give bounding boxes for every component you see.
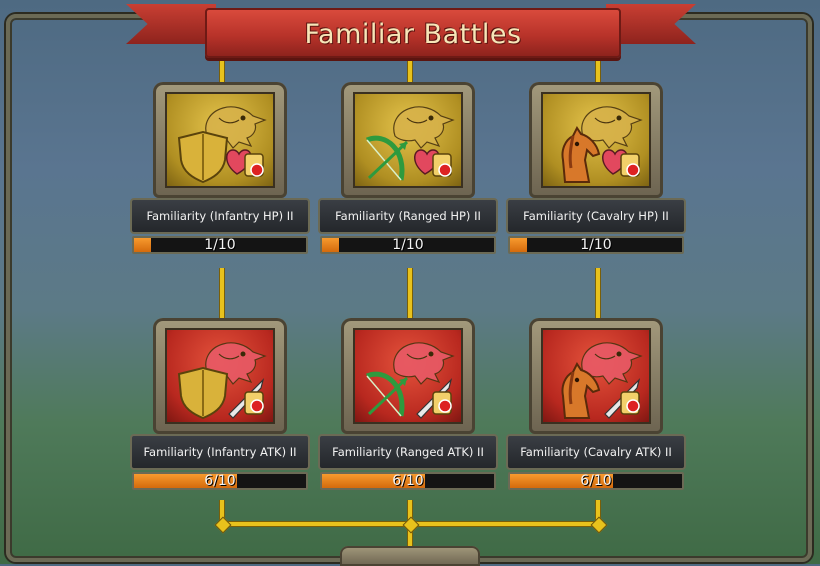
connector-line: [219, 268, 225, 322]
skill-icon-frame: [529, 82, 663, 198]
skill-card[interactable]: Familiarity (Infantry HP) II 1/10: [130, 82, 310, 254]
eagle-icon: [394, 343, 453, 384]
heart-icon: [602, 149, 640, 177]
heart-icon: [226, 149, 264, 177]
skill-card[interactable]: Familiarity (Ranged ATK) II 6/10: [318, 318, 498, 490]
skill-icon-background: [165, 92, 275, 188]
connector-line: [407, 268, 413, 322]
shield-icon: [177, 130, 229, 184]
sword-icon: [604, 378, 641, 419]
skill-progress-text: 6/10: [204, 473, 236, 489]
heart-icon: [414, 149, 452, 177]
skill-progress-text: 6/10: [392, 473, 424, 489]
skill-label-box: Familiarity (Cavalry ATK) II: [506, 434, 686, 470]
skill-icon-background: [353, 92, 463, 188]
skill-label: Familiarity (Cavalry HP) II: [523, 209, 669, 223]
skill-card[interactable]: Familiarity (Cavalry ATK) II 6/10: [506, 318, 686, 490]
skill-label-box: Familiarity (Infantry HP) II: [130, 198, 310, 234]
skill-label-box: Familiarity (Ranged ATK) II: [318, 434, 498, 470]
skill-progress-bar: 6/10: [320, 472, 496, 490]
skill-progress-text: 6/10: [580, 473, 612, 489]
title-banner: Familiar Battles: [205, 8, 621, 58]
skill-label: Familiarity (Infantry HP) II: [146, 209, 294, 223]
skill-progress-text: 1/10: [392, 237, 424, 253]
skill-icon-frame: [529, 318, 663, 434]
skill-label: Familiarity (Ranged HP) II: [335, 209, 481, 223]
page-title: Familiar Battles: [304, 19, 522, 50]
skill-progress-bar: 6/10: [508, 472, 684, 490]
sword-icon: [416, 378, 453, 419]
skill-card[interactable]: Familiarity (Cavalry HP) II 1/10: [506, 82, 686, 254]
bow-icon: [365, 135, 409, 181]
skill-icon-frame: [341, 318, 475, 434]
skill-icon-background: [541, 328, 651, 424]
skill-card[interactable]: Familiarity (Infantry ATK) II 6/10: [130, 318, 310, 490]
eagle-icon: [394, 107, 453, 148]
skill-icon-frame: [153, 82, 287, 198]
skill-progress-text: 1/10: [580, 237, 612, 253]
skill-progress-bar: 1/10: [508, 236, 684, 254]
skill-label: Familiarity (Infantry ATK) II: [143, 445, 297, 459]
skill-label-box: Familiarity (Infantry ATK) II: [130, 434, 310, 470]
skill-label-box: Familiarity (Cavalry HP) II: [506, 198, 686, 234]
connector-line: [595, 268, 601, 322]
skill-progress-bar: 6/10: [132, 472, 308, 490]
skill-label: Familiarity (Cavalry ATK) II: [520, 445, 672, 459]
bow-icon: [365, 371, 409, 417]
skill-progress-bar: 1/10: [320, 236, 496, 254]
skill-progress-bar: 1/10: [132, 236, 308, 254]
skill-label: Familiarity (Ranged ATK) II: [332, 445, 484, 459]
shield-icon: [177, 366, 229, 420]
skill-icon-frame: [341, 82, 475, 198]
skill-label-box: Familiarity (Ranged HP) II: [318, 198, 498, 234]
skill-progress-text: 1/10: [204, 237, 236, 253]
skill-icon-background: [165, 328, 275, 424]
skill-card[interactable]: Familiarity (Ranged HP) II 1/10: [318, 82, 498, 254]
sword-icon: [228, 378, 265, 419]
skill-icon-background: [353, 328, 463, 424]
next-node-tab: [340, 546, 480, 566]
skill-icon-frame: [153, 318, 287, 434]
skill-icon-background: [541, 92, 651, 188]
